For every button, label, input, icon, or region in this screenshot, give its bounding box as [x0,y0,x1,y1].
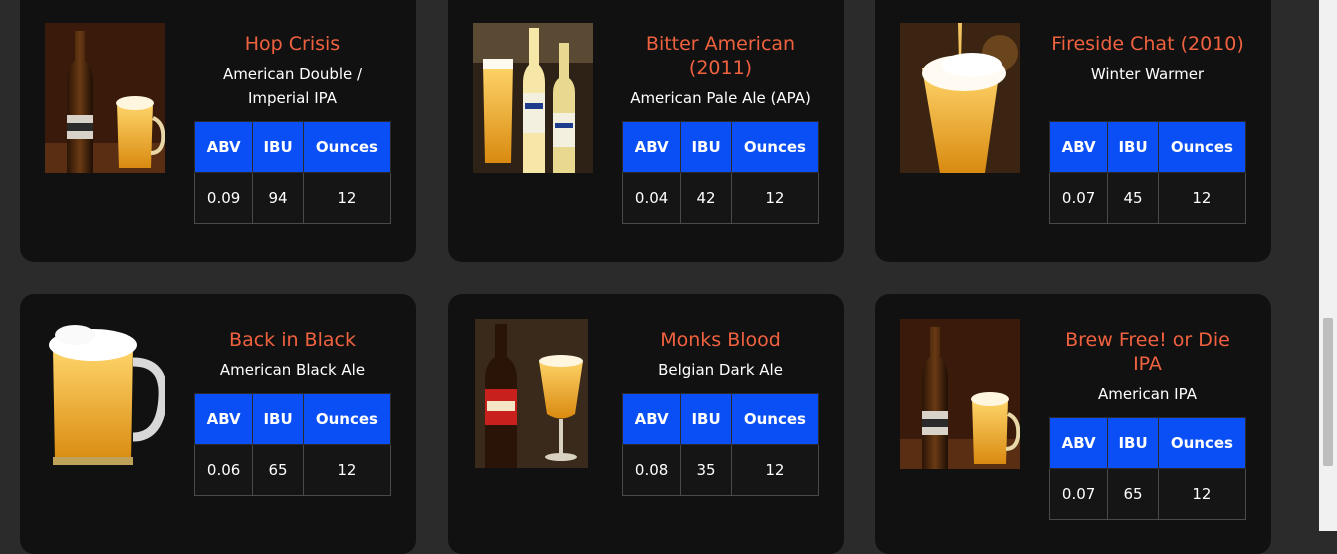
abv-header: ABV [1048,121,1109,173]
ounces-header: Ounces [730,393,820,445]
abv-value: 0.08 [621,444,682,496]
abv-value: 0.07 [1048,172,1109,224]
beer-card[interactable]: Bitter American (2011) American Pale Ale… [448,0,844,262]
beer-name: Back in Black [229,329,356,351]
beer-image [900,319,1020,469]
ounces-header: Ounces [1157,121,1247,173]
abv-value: 0.06 [193,444,254,496]
ibu-header: IBU [252,121,304,173]
beer-name: Brew Free! or Die IPA [1065,329,1230,375]
ibu-value: 42 [680,172,732,224]
abv-value: 0.04 [621,172,682,224]
beer-style: American Double / Imperial IPA [222,65,363,107]
ibu-value: 65 [252,444,304,496]
ounces-value: 12 [730,444,820,496]
ibu-header: IBU [1107,417,1159,469]
scrollbar[interactable] [1319,0,1337,531]
beer-style: American IPA [1098,385,1197,403]
beer-style: American Black Ale [219,361,366,379]
abv-header: ABV [1048,417,1109,469]
abv-value: 0.09 [193,172,254,224]
beer-style: American Pale Ale (APA) [630,89,811,107]
ounces-value: 12 [302,444,392,496]
ounces-header: Ounces [1157,417,1247,469]
beer-stats-table: ABV IBU Ounces 0.07 65 12 [1048,417,1247,520]
ounces-header: Ounces [302,393,392,445]
beer-card[interactable]: Monks Blood Belgian Dark Ale ABV IBU Ounce… [448,294,844,554]
ibu-value: 35 [680,444,732,496]
beer-card[interactable]: Hop Crisis American Double / Imperial IP… [20,0,416,262]
beer-name: Monks Blood [660,329,781,351]
beer-stats-table: ABV IBU Ounces 0.08 35 12 [621,393,820,496]
beer-card[interactable]: Fireside Chat (2010) Winter Warmer ABV IB… [875,0,1271,262]
beer-style: Belgian Dark Ale [658,361,783,379]
ounces-value: 12 [730,172,820,224]
abv-header: ABV [621,393,682,445]
ibu-value: 45 [1107,172,1159,224]
beer-name: Bitter American (2011) [645,33,796,79]
beer-stats-table: ABV IBU Ounces 0.09 94 12 [193,121,392,224]
ibu-value: 94 [252,172,304,224]
ounces-value: 12 [1157,172,1247,224]
beer-name: Fireside Chat (2010) [1051,33,1244,55]
ounces-header: Ounces [730,121,820,173]
beer-stats-table: ABV IBU Ounces 0.06 65 12 [193,393,392,496]
beer-image [45,317,165,467]
ounces-value: 12 [302,172,392,224]
beer-image [900,23,1020,173]
ibu-value: 65 [1107,468,1159,520]
ounces-header: Ounces [302,121,392,173]
beer-image [45,23,165,173]
beer-card[interactable]: Brew Free! or Die IPA American IPA ABV IB… [875,294,1271,554]
ounces-value: 12 [1157,468,1247,520]
beer-stats-table: ABV IBU Ounces 0.04 42 12 [621,121,820,224]
abv-header: ABV [621,121,682,173]
abv-header: ABV [193,393,254,445]
abv-header: ABV [193,121,254,173]
ibu-header: IBU [680,393,732,445]
ibu-header: IBU [252,393,304,445]
abv-value: 0.07 [1048,468,1109,520]
beer-image [475,319,588,468]
beer-name: Hop Crisis [244,33,341,55]
scrollbar-thumb[interactable] [1323,318,1333,466]
beer-stats-table: ABV IBU Ounces 0.07 45 12 [1048,121,1247,224]
ibu-header: IBU [680,121,732,173]
beer-card[interactable]: Back in Black American Black Ale ABV IBU O… [20,294,416,554]
ibu-header: IBU [1107,121,1159,173]
beer-image [473,23,593,173]
beer-style: Winter Warmer [1090,65,1205,83]
